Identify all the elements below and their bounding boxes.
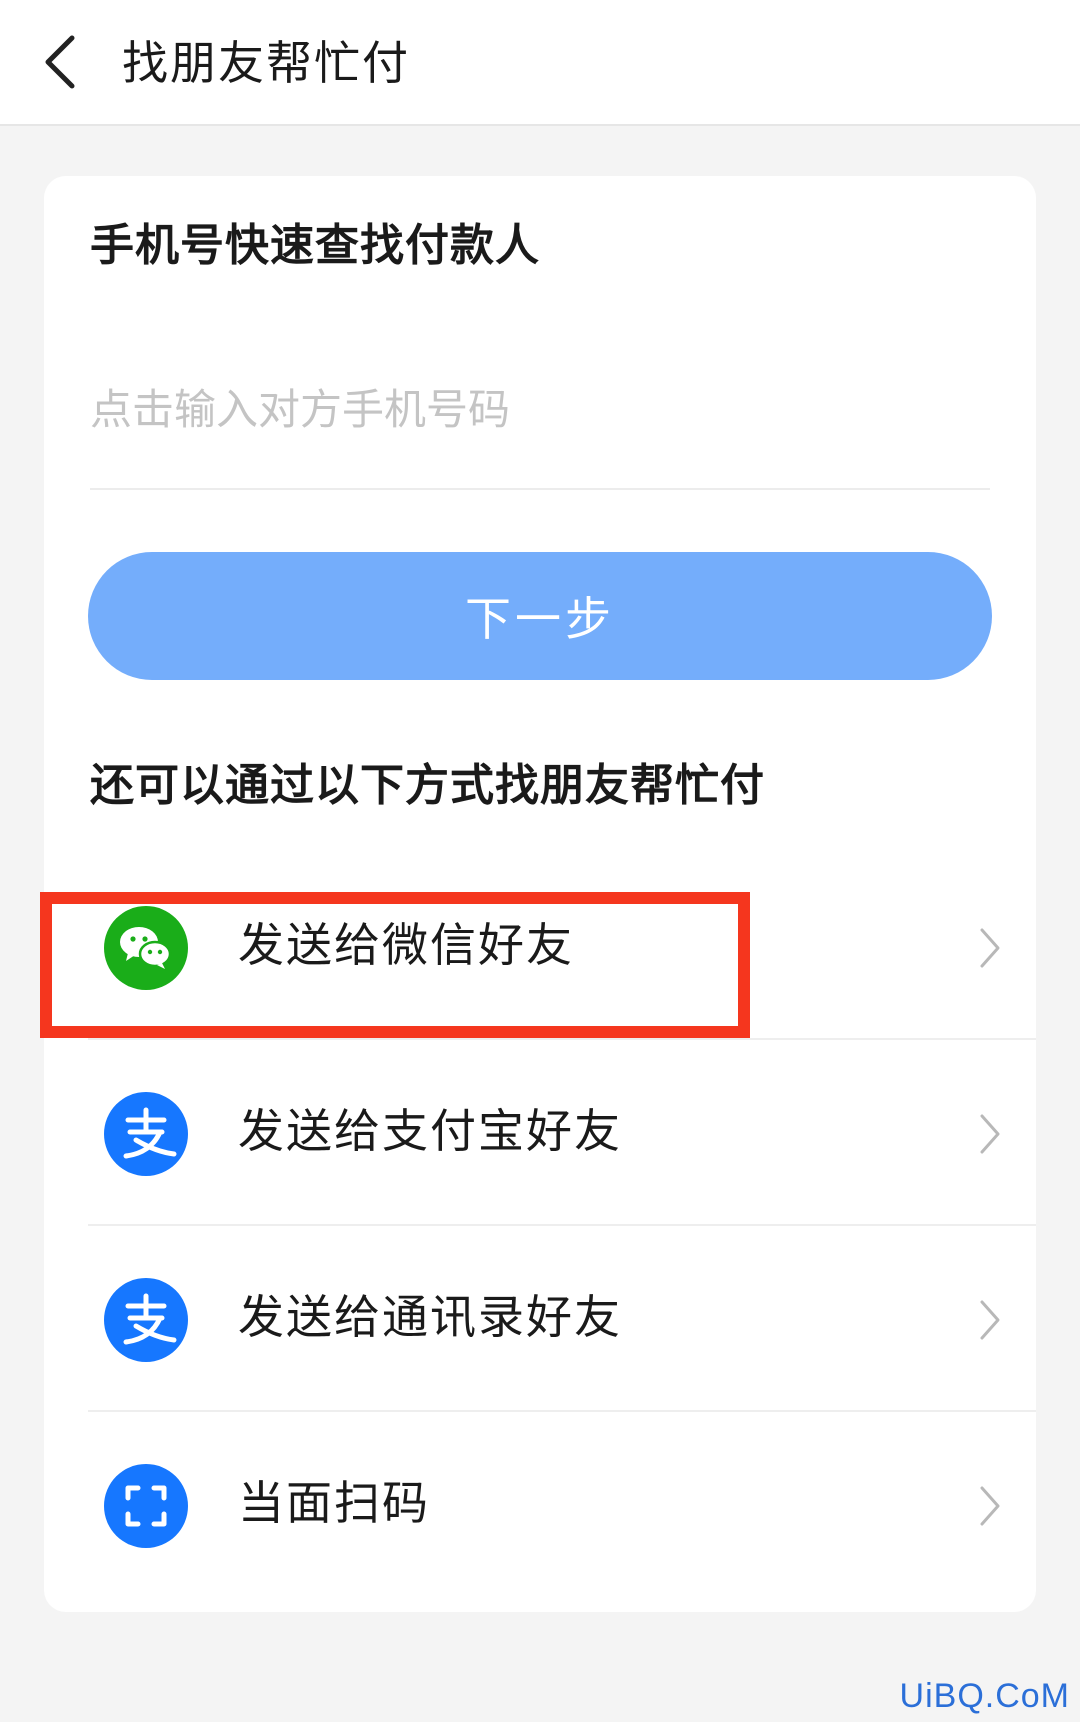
chevron-right-icon [978,1298,1002,1342]
option-wechat-friend[interactable]: 发送给微信好友 [44,854,1036,1040]
phone-section-title: 手机号快速查找付款人 [90,220,540,271]
option-label: 当面扫码 [238,1476,430,1530]
chevron-right-icon [978,926,1002,970]
watermark-text: UiBQ.CoM [899,1677,1070,1715]
option-contacts-friend[interactable]: 发送给通讯录好友 [44,1226,1036,1412]
header-bar: 找朋友帮忙付 [0,0,1080,126]
chevron-right-icon [978,1484,1002,1528]
scan-icon [104,1464,188,1548]
option-label: 发送给通讯录好友 [238,1290,622,1344]
option-scan-face-to-face[interactable]: 当面扫码 [44,1412,1036,1598]
option-alipay-friend[interactable]: 发送给支付宝好友 [44,1040,1036,1226]
chevron-right-icon [978,1112,1002,1156]
alipay-icon [104,1092,188,1176]
wechat-icon [104,906,188,990]
option-label: 发送给支付宝好友 [238,1104,622,1158]
next-step-button[interactable]: 下一步 [88,552,992,680]
alt-section-title: 还可以通过以下方式找朋友帮忙付 [90,760,765,811]
option-label: 发送给微信好友 [238,918,574,972]
page-title: 找朋友帮忙付 [122,36,410,90]
phone-number-input[interactable] [90,370,990,490]
main-card: 手机号快速查找付款人 下一步 还可以通过以下方式找朋友帮忙付 发送给微信好友 [44,176,1036,1612]
back-arrow-icon[interactable] [40,32,80,92]
alipay-icon [104,1278,188,1362]
